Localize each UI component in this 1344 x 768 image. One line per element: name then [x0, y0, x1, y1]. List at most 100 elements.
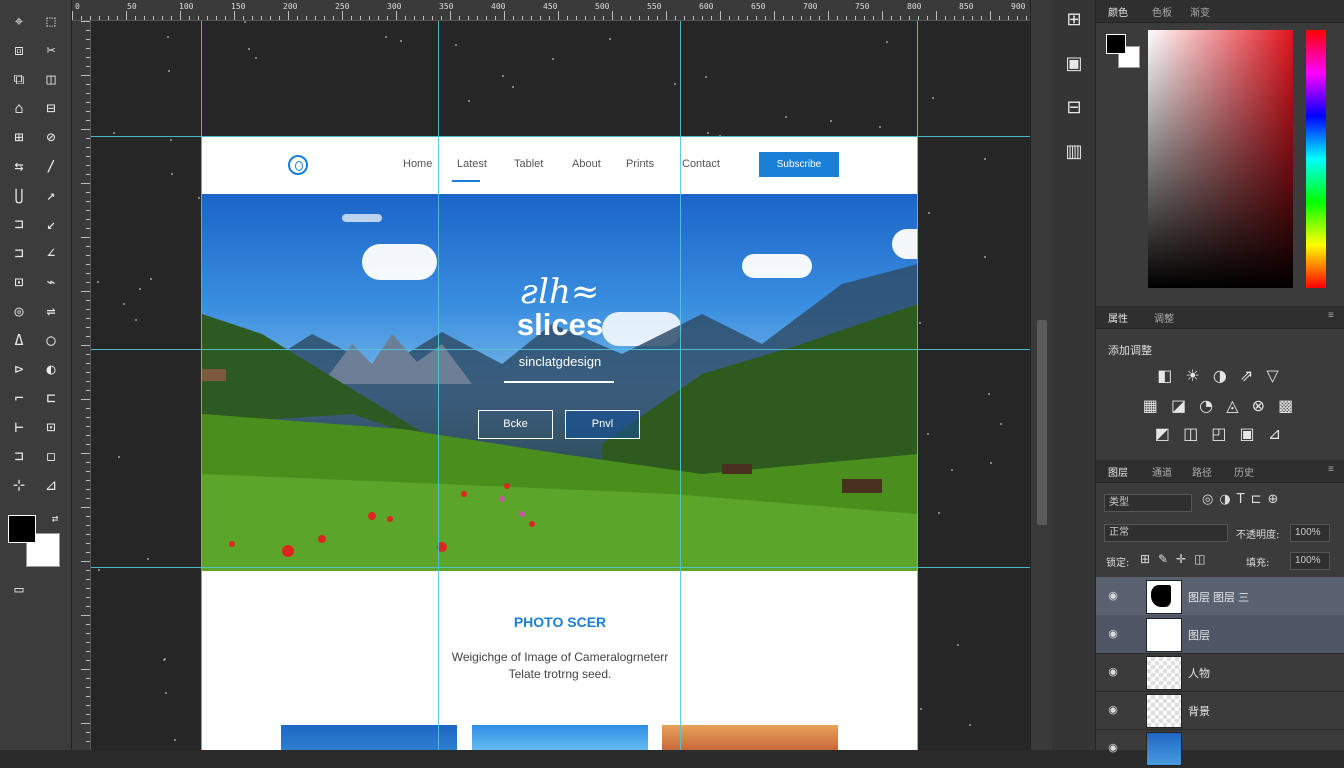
quick-mask-icon[interactable]: ▭ — [6, 578, 32, 600]
tab-paths[interactable]: 路径 — [1192, 464, 1212, 479]
guide-vertical[interactable] — [201, 21, 202, 750]
gallery-thumbnail[interactable] — [281, 725, 457, 750]
hand-tool-icon[interactable]: Δ — [6, 329, 32, 351]
history-panel-icon[interactable]: ⊞ — [1062, 8, 1086, 32]
canvas-scrollbar[interactable] — [1030, 0, 1052, 750]
adjustment-icons-row[interactable]: ◩ ◫ ◰ ▣ ⊿ — [1096, 424, 1344, 443]
panel-menu-icon[interactable]: ≡ — [1328, 310, 1334, 321]
layer-name[interactable]: 背景 — [1188, 703, 1210, 719]
eyedropper-tool-icon[interactable]: ⊞ — [6, 126, 32, 148]
blur-tool-icon[interactable]: ⊐ — [6, 242, 32, 264]
nav-link-about[interactable]: About — [572, 158, 601, 170]
screen-mode-icon[interactable]: ⊐ — [6, 445, 32, 467]
guide-vertical[interactable] — [680, 21, 681, 750]
layer-row[interactable]: ◉ — [1096, 729, 1344, 768]
edit-toolbar-icon[interactable]: ◐ — [38, 358, 64, 380]
nav-link-home[interactable]: Home — [403, 158, 432, 170]
properties-panel-icon[interactable]: ▣ — [1062, 52, 1086, 76]
lasso-tool-icon[interactable]: ⌂ — [6, 97, 32, 119]
extra-tool-icon[interactable]: ◻ — [38, 445, 64, 467]
panel-menu-icon[interactable]: ≡ — [1328, 464, 1334, 475]
guide-horizontal[interactable] — [91, 136, 1030, 137]
tab-gradients[interactable]: 渐变 — [1190, 4, 1210, 19]
align-panel-icon[interactable]: ⊟ — [1062, 96, 1086, 120]
hue-slider[interactable] — [1306, 30, 1326, 288]
guide-horizontal[interactable] — [91, 349, 1030, 350]
gradient-tool-icon[interactable]: ↙ — [38, 213, 64, 235]
type-tool-icon[interactable]: ⌁ — [38, 271, 64, 293]
libraries-panel-icon[interactable]: ▥ — [1062, 140, 1086, 164]
guide-vertical[interactable] — [917, 21, 918, 750]
pencil-tool-icon[interactable]: ∕ — [38, 155, 64, 177]
layer-filter-icons[interactable]: ◎◑T⊏⊕ — [1202, 492, 1284, 507]
fill-field[interactable]: 100% — [1290, 552, 1330, 570]
count-tool-icon[interactable]: ⊏ — [38, 387, 64, 409]
stamp-tool-icon[interactable]: ⋃ — [6, 184, 32, 206]
note-tool-icon[interactable]: ⌐ — [6, 387, 32, 409]
scrollbar-thumb[interactable] — [1037, 320, 1047, 525]
blend-mode-select[interactable]: 正常 — [1104, 524, 1228, 542]
layer-row[interactable]: ◉ 背景 — [1096, 691, 1344, 730]
hero-button-secondary[interactable]: Pnvl — [565, 410, 640, 439]
adjustment-icons-row[interactable]: ◧ ☀ ◑ ⇗ ▽ — [1096, 366, 1344, 385]
foreground-color-swatch[interactable] — [8, 515, 36, 543]
guide-horizontal[interactable] — [91, 567, 1030, 568]
artboard-tool-icon[interactable]: ⬚ — [38, 10, 64, 32]
layer-name[interactable]: 图层 — [1188, 627, 1210, 643]
rotate-view-icon[interactable]: ⊳ — [6, 358, 32, 380]
brush-tool-icon[interactable]: ⇆ — [6, 155, 32, 177]
lock-icons[interactable]: ⊞✎✛◫ — [1140, 552, 1214, 566]
tab-properties[interactable]: 属性 — [1108, 310, 1128, 325]
perspective-icon[interactable]: ⊿ — [38, 474, 64, 496]
gallery-thumbnail[interactable] — [662, 725, 838, 750]
color-picker-field[interactable] — [1148, 30, 1293, 288]
artboard[interactable]: Home Latest Tablet About Prints Contact … — [202, 137, 918, 750]
layer-row[interactable]: ◉ 人物 — [1096, 653, 1344, 692]
tab-channels[interactable]: 通道 — [1152, 464, 1172, 479]
mask-mode-icon[interactable]: ⊡ — [38, 416, 64, 438]
tab-swatches[interactable]: 色板 — [1152, 4, 1172, 19]
visibility-eye-icon[interactable]: ◉ — [1106, 741, 1120, 755]
nav-link-prints[interactable]: Prints — [626, 158, 654, 170]
hero-button-primary[interactable]: Bcke — [478, 410, 553, 439]
nav-link-latest[interactable]: Latest — [457, 158, 487, 170]
marquee-tool-icon[interactable]: ⧈ — [6, 39, 32, 61]
swap-colors-icon[interactable]: ⇄ — [42, 508, 68, 530]
nav-link-tablet[interactable]: Tablet — [514, 158, 543, 170]
layer-name[interactable]: 人物 — [1188, 665, 1210, 681]
layer-kind-filter[interactable]: 类型 — [1104, 494, 1192, 512]
document-canvas[interactable]: Home Latest Tablet About Prints Contact … — [91, 21, 1030, 750]
move-tool-icon[interactable]: ⌖ — [6, 10, 32, 32]
path-select-icon[interactable]: ◎ — [6, 300, 32, 322]
history-brush-icon[interactable]: ↗ — [38, 184, 64, 206]
nav-link-contact[interactable]: Contact — [682, 158, 720, 170]
adjustment-icons-row[interactable]: ▦ ◪ ◔ ◬ ⊗ ▩ — [1096, 396, 1344, 415]
puppet-warp-icon[interactable]: ⊹ — [6, 474, 32, 496]
frame-tool-icon[interactable]: ◫ — [38, 68, 64, 90]
guide-vertical[interactable] — [438, 21, 439, 750]
opacity-field[interactable]: 100% — [1290, 524, 1330, 542]
healing-tool-icon[interactable]: ⊘ — [38, 126, 64, 148]
slice-tool-icon[interactable]: ✂ — [38, 39, 64, 61]
foreground-color-swatch-front[interactable] — [1106, 34, 1126, 54]
shape-tool-icon[interactable]: ⇌ — [38, 300, 64, 322]
tab-color[interactable]: 颜色 — [1108, 4, 1128, 19]
visibility-eye-icon[interactable]: ◉ — [1106, 703, 1120, 717]
pen-tool-icon[interactable]: ⊡ — [6, 271, 32, 293]
zoom-tool-icon[interactable]: ◯ — [38, 329, 64, 351]
eraser-tool-icon[interactable]: ⊐ — [6, 213, 32, 235]
layer-row[interactable]: ◉ 图层 图层 三 — [1096, 577, 1344, 616]
layer-row[interactable]: ◉ 图层 — [1096, 615, 1344, 654]
crop-tool-icon[interactable]: ⧉ — [6, 68, 32, 90]
visibility-eye-icon[interactable]: ◉ — [1106, 589, 1120, 603]
gallery-thumbnail[interactable] — [472, 725, 648, 750]
visibility-eye-icon[interactable]: ◉ — [1106, 627, 1120, 641]
tab-history[interactable]: 历史 — [1234, 464, 1254, 479]
tab-layers[interactable]: 图层 — [1108, 464, 1128, 479]
subscribe-button[interactable]: Subscribe — [759, 152, 839, 177]
ruler-tool-icon[interactable]: ⊢ — [6, 416, 32, 438]
visibility-eye-icon[interactable]: ◉ — [1106, 665, 1120, 679]
layer-name[interactable]: 图层 图层 三 — [1188, 589, 1249, 605]
quick-select-tool-icon[interactable]: ⊟ — [38, 97, 64, 119]
tab-adjustments[interactable]: 调整 — [1154, 310, 1174, 325]
